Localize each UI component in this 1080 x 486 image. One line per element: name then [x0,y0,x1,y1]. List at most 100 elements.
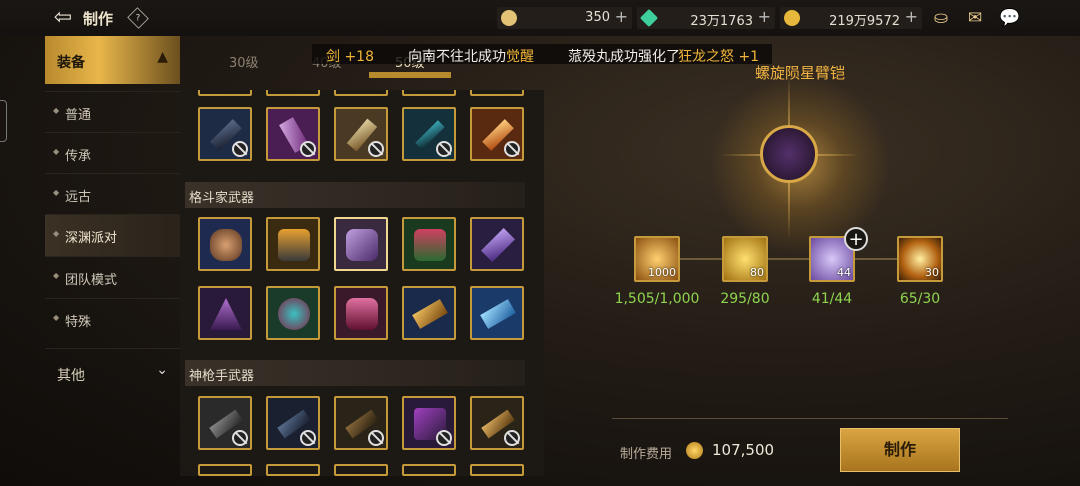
diamond-icon: ◆ [53,313,60,322]
coin-icon [784,10,800,26]
unavailable-icon [232,141,248,157]
unavailable-icon [300,430,316,446]
item-slot[interactable] [402,464,456,476]
item-slot[interactable] [470,396,524,450]
sidebar-item-label: 远古 [65,190,92,205]
item-slot[interactable] [470,90,524,96]
item-slot[interactable] [334,396,388,450]
item-slot[interactable] [334,90,388,96]
material-count: 1000 [648,266,676,279]
add-material-button[interactable]: + [844,227,868,251]
item-slot[interactable] [198,107,252,161]
unavailable-icon [504,141,520,157]
unavailable-icon [368,430,384,446]
item-list[interactable]: 格斗家武器 神枪手武器 [180,90,544,476]
divider [612,418,1008,419]
cost-label: 制作费用 [620,447,673,462]
material-connector [657,258,922,260]
pot-icon[interactable]: ⛀ [930,8,952,28]
item-slot[interactable] [198,286,252,340]
sidebar-item-legacy[interactable]: ◆ 传承 [45,132,180,174]
side-handle[interactable] [0,100,7,142]
material-slot[interactable]: 1000 [634,236,680,282]
sidebar-item-label: 传承 [65,149,92,164]
item-slot[interactable] [402,396,456,450]
claw-icon [210,298,242,330]
gold-c-icon [501,10,517,26]
gauntlet-icon [278,229,310,261]
item-slot[interactable] [266,107,320,161]
gauntlet-icon [346,298,378,330]
announce-text: 剑 +18 [326,49,374,64]
unavailable-icon [300,141,316,157]
item-slot[interactable] [198,217,252,271]
item-slot[interactable] [334,286,388,340]
gauntlet-icon [346,229,378,261]
diamond-icon: ◆ [53,106,60,115]
claw-icon [481,228,515,262]
diamond-icon: ◆ [53,147,60,156]
sidebar-item-label: 深渊派对 [65,231,118,246]
mail-icon[interactable]: ✉ [964,8,986,28]
chat-icon[interactable]: 💬 [999,8,1021,28]
sidebar-item-equipment[interactable]: 装备 ▲ [45,36,180,84]
unavailable-icon [368,141,384,157]
material-progress: 65/30 [899,291,941,307]
add-gold-button[interactable]: + [615,7,628,26]
item-slot[interactable] [402,90,456,96]
sidebar-item-normal[interactable]: ◆ 普通 [45,91,180,133]
item-slot[interactable] [470,464,524,476]
item-slot[interactable] [266,90,320,96]
item-slot[interactable] [470,286,524,340]
sidebar-item-team-mode[interactable]: ◆ 团队模式 [45,256,180,298]
item-slot[interactable] [266,286,320,340]
unavailable-icon [436,430,452,446]
item-slot[interactable] [334,464,388,476]
tab-active-indicator [369,72,451,78]
gauntlet-icon [414,229,446,261]
sidebar-item-other[interactable]: 其他 ⌄ [45,348,180,397]
item-slot[interactable] [470,107,524,161]
add-coin-button[interactable]: + [905,7,918,26]
sidebar-item-ancient[interactable]: ◆ 远古 [45,173,180,215]
coin-icon [686,442,703,459]
sidebar-item-abyss-party[interactable]: ◆ 深渊派对 [45,214,180,256]
back-arrow-icon[interactable]: ⇦ [50,6,76,30]
material-count: 80 [750,266,764,279]
item-slot[interactable] [470,217,524,271]
selected-item-icon [760,125,818,183]
section-header-fighter: 格斗家武器 [185,182,525,208]
item-slot[interactable] [266,217,320,271]
chevron-up-icon: ▲ [157,49,168,65]
add-gem-button[interactable]: + [758,7,771,26]
item-slot[interactable] [198,90,252,96]
gauntlet-icon [210,229,242,261]
section-label: 格斗家武器 [189,191,255,206]
item-slot[interactable] [334,107,388,161]
sidebar-item-label: 装备 [57,55,85,71]
gauntlet-icon [480,299,516,329]
item-slot[interactable] [402,217,456,271]
material-slot[interactable]: 80 [722,236,768,282]
material-count: 44 [837,266,851,279]
cost-value: 107,500 [712,441,775,459]
item-slot[interactable] [402,107,456,161]
gem-icon [639,8,659,28]
material-slot[interactable]: 30 [897,236,943,282]
item-slot[interactable] [266,464,320,476]
gold-coin-currency: 350 + [497,7,632,29]
unavailable-icon [232,430,248,446]
sidebar-item-label: 特殊 [65,315,92,330]
announce-highlight: 觉醒 [506,49,534,64]
craft-button[interactable]: 制作 [840,428,960,472]
item-slot[interactable] [266,396,320,450]
item-slot-selected[interactable] [334,217,388,271]
diamond-icon: ◆ [53,188,60,197]
help-label: ? [135,12,141,23]
tab-level-30[interactable]: 30级 [229,52,259,71]
item-slot[interactable] [198,396,252,450]
item-slot[interactable] [198,464,252,476]
sidebar-item-special[interactable]: ◆ 特殊 [45,298,180,340]
item-slot[interactable] [402,286,456,340]
material-count: 30 [925,266,939,279]
